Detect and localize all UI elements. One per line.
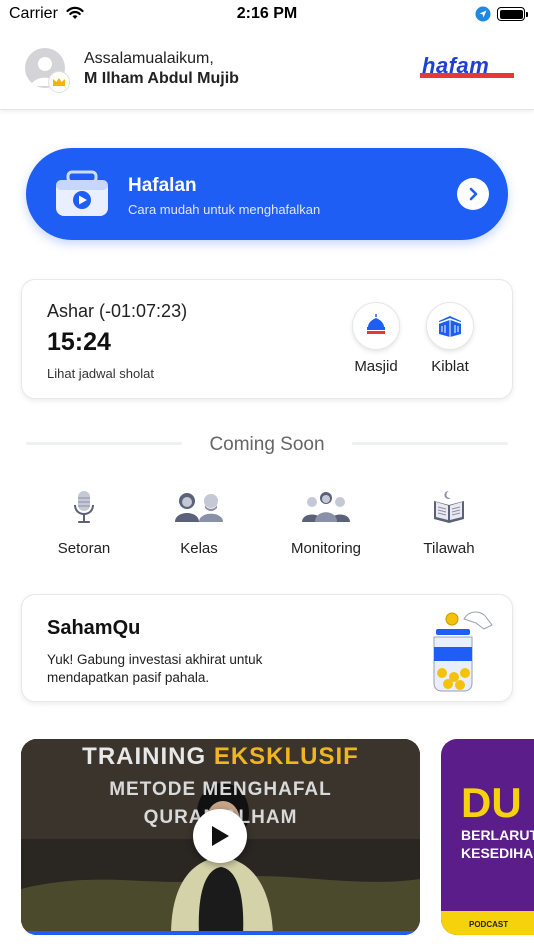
clock: 2:16 PM <box>236 5 298 22</box>
prayer-time-card[interactable]: Ashar (-01:07:23) 15:24 Lihat jadwal sho… <box>21 279 513 399</box>
training-video-card[interactable]: TRAINING EKSKLUSIF METODE MENGHAFAL QURA… <box>21 739 420 935</box>
sahamqu-card[interactable]: SahamQu Yuk! Gabung investasi akhirat un… <box>21 594 513 702</box>
masjid-label: Masjid <box>354 358 398 375</box>
hafalan-title: Hafalan <box>128 175 197 196</box>
hafalan-banner[interactable]: Hafalan Cara mudah untuk menghafalkan <box>26 148 508 240</box>
greeting-text: Assalamualaikum, <box>84 50 214 67</box>
microphone-icon <box>34 488 134 526</box>
feature-tilawah[interactable]: Tilawah <box>399 488 499 557</box>
prayer-schedule-link[interactable]: Lihat jadwal sholat <box>47 366 154 381</box>
play-button-icon[interactable] <box>193 809 247 863</box>
mosque-icon <box>352 302 400 350</box>
battery-icon <box>497 7 528 21</box>
podcast-headline: DU <box>461 779 522 826</box>
kiblat-button[interactable]: Kiblat <box>420 302 480 375</box>
chevron-right-icon[interactable] <box>457 178 489 210</box>
svg-text:hafam: hafam <box>422 54 489 78</box>
hafalan-subtitle: Cara mudah untuk menghafalkan <box>128 202 321 217</box>
sahamqu-description: Yuk! Gabung investasi akhirat untuk mend… <box>47 652 263 685</box>
sahamqu-title: SahamQu <box>47 617 141 639</box>
podcast-card[interactable]: DU BERLARUT KESEDIHA PODCAST <box>441 739 534 935</box>
video-bag-icon <box>54 170 110 223</box>
feature-label: Setoran <box>57 540 111 557</box>
feature-label: Tilawah <box>423 540 475 557</box>
next-prayer-name: Ashar (-01:07:23) <box>47 301 188 321</box>
feature-monitoring[interactable]: Monitoring <box>276 488 376 557</box>
video-title-word: TRAINING <box>82 743 207 770</box>
crown-icon <box>48 71 70 93</box>
next-prayer-time: 15:24 <box>47 328 111 356</box>
kiblat-label: Kiblat <box>431 358 469 375</box>
username: M Ilham Abdul Mujib <box>84 70 239 87</box>
quran-book-icon <box>399 488 499 526</box>
app-logo: hafam <box>420 53 514 87</box>
feature-label: Kelas <box>180 540 218 557</box>
class-icon <box>149 488 249 526</box>
podcast-tag: PODCAST <box>469 920 509 929</box>
podcast-line1: BERLARUT <box>461 827 534 843</box>
video-title-line2: METODE MENGHAFAL <box>109 779 332 800</box>
feature-kelas[interactable]: Kelas <box>149 488 249 557</box>
masjid-button[interactable]: Masjid <box>346 302 406 375</box>
feature-setoran[interactable]: Setoran <box>34 488 134 557</box>
video-title-accent: EKSKLUSIF <box>213 743 359 770</box>
podcast-line2: KESEDIHA <box>461 845 534 861</box>
location-arrow-icon <box>475 6 491 27</box>
coin-jar-icon <box>424 605 496 700</box>
profile-header: Assalamualaikum, M Ilham Abdul Mujib haf… <box>0 30 534 110</box>
coming-soon-title: Coming Soon <box>209 434 325 455</box>
kaaba-icon <box>426 302 474 350</box>
group-icon <box>276 488 376 526</box>
video-title-line1: TRAINING EKSKLUSIF <box>21 743 420 771</box>
feature-label: Monitoring <box>290 540 362 557</box>
status-bar: Carrier 2:16 PM <box>0 0 534 30</box>
